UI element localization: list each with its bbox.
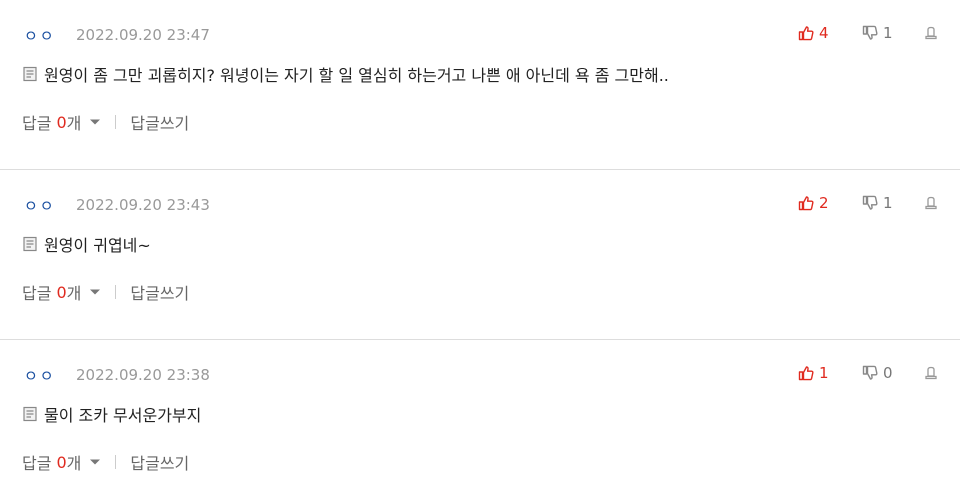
reply-count: 0: [56, 282, 67, 302]
reply-label: 답글: [22, 114, 52, 133]
report-button[interactable]: [924, 366, 938, 380]
downvote-count: 0: [883, 364, 893, 382]
thumbs-down-icon: [862, 365, 878, 380]
comment-actions: 답글 0 개 답글쓰기: [22, 110, 189, 134]
action-divider: [115, 285, 117, 299]
comment-date: 2022.09.20 23:47: [76, 26, 210, 44]
action-divider: [115, 115, 117, 129]
thumbs-down-icon: [862, 25, 878, 40]
reply-toggle-button[interactable]: 답글 0 개: [22, 280, 101, 304]
comment-meta: ㅇㅇ 2022.09.20 23:38: [24, 364, 210, 386]
comment-item: ㅇㅇ 2022.09.20 23:38 1 0 물이 조카 무서운가부지 답글 …: [0, 340, 960, 489]
comment-nickname[interactable]: ㅇㅇ: [24, 365, 76, 386]
report-button[interactable]: [924, 26, 938, 40]
comment-actions: 답글 0 개 답글쓰기: [22, 280, 189, 304]
downvote-button[interactable]: 0: [862, 364, 924, 382]
write-reply-button[interactable]: 답글쓰기: [130, 280, 189, 304]
thumbs-up-icon: [798, 26, 814, 41]
thumbs-up-icon: [798, 196, 814, 211]
comment-nickname[interactable]: ㅇㅇ: [24, 195, 76, 216]
vote-group: 2 1: [798, 192, 938, 214]
write-reply-button[interactable]: 답글쓰기: [130, 450, 189, 474]
comment-body: 원영이 좀 그만 괴롭히지? 워녕이는 자기 할 일 열심히 하는거고 나쁜 애…: [22, 62, 669, 86]
comment-date: 2022.09.20 23:43: [76, 196, 210, 214]
comment-body: 물이 조카 무서운가부지: [22, 402, 201, 426]
memo-icon: [22, 236, 38, 252]
comment-text: 물이 조카 무서운가부지: [44, 406, 202, 425]
comment-meta: ㅇㅇ 2022.09.20 23:47: [24, 24, 210, 46]
memo-icon: [22, 66, 38, 82]
comment-text: 원영이 좀 그만 괴롭히지? 워녕이는 자기 할 일 열심히 하는거고 나쁜 애…: [44, 66, 669, 85]
comment-body: 원영이 귀엽네~: [22, 232, 151, 256]
upvote-button[interactable]: 4: [798, 24, 862, 42]
reply-unit: 개: [66, 454, 82, 473]
reply-count: 0: [56, 112, 67, 132]
reply-unit: 개: [66, 284, 82, 303]
reply-unit: 개: [66, 114, 82, 133]
downvote-count: 1: [883, 24, 893, 42]
comment-actions: 답글 0 개 답글쓰기: [22, 450, 189, 474]
comment-nickname[interactable]: ㅇㅇ: [24, 25, 76, 46]
caret-down-icon: [89, 118, 101, 126]
thumbs-up-icon: [798, 366, 814, 381]
upvote-button[interactable]: 2: [798, 194, 862, 212]
downvote-count: 1: [883, 194, 893, 212]
memo-icon: [22, 406, 38, 422]
upvote-count: 1: [819, 364, 829, 382]
comment-item: ㅇㅇ 2022.09.20 23:43 2 1 원영이 귀엽네~ 답글 0 개: [0, 170, 960, 340]
action-divider: [115, 455, 117, 469]
reply-toggle-button[interactable]: 답글 0 개: [22, 110, 101, 134]
report-button[interactable]: [924, 196, 938, 210]
comment-date: 2022.09.20 23:38: [76, 366, 210, 384]
reply-label: 답글: [22, 284, 52, 303]
downvote-button[interactable]: 1: [862, 24, 924, 42]
comment-text: 원영이 귀엽네~: [44, 236, 151, 255]
upvote-button[interactable]: 1: [798, 364, 862, 382]
upvote-count: 2: [819, 194, 829, 212]
report-icon: [925, 196, 937, 210]
upvote-count: 4: [819, 24, 829, 42]
downvote-button[interactable]: 1: [862, 194, 924, 212]
caret-down-icon: [89, 288, 101, 296]
report-icon: [925, 366, 937, 380]
report-icon: [925, 26, 937, 40]
vote-group: 4 1: [798, 22, 938, 44]
write-reply-button[interactable]: 답글쓰기: [130, 110, 189, 134]
reply-toggle-button[interactable]: 답글 0 개: [22, 450, 101, 474]
reply-label: 답글: [22, 454, 52, 473]
comment-item: ㅇㅇ 2022.09.20 23:47 4 1 원영이 좀 그만 괴롭히지? 워…: [0, 0, 960, 170]
reply-count: 0: [56, 452, 67, 472]
vote-group: 1 0: [798, 362, 938, 384]
caret-down-icon: [89, 458, 101, 466]
thumbs-down-icon: [862, 195, 878, 210]
comment-meta: ㅇㅇ 2022.09.20 23:43: [24, 194, 210, 216]
